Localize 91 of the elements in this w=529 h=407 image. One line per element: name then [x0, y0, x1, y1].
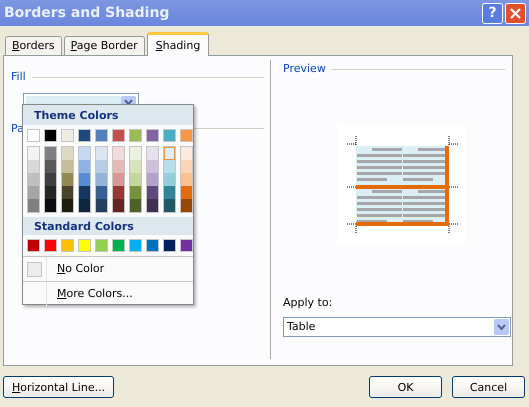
- color-swatch[interactable]: [164, 147, 175, 160]
- color-swatch[interactable]: [96, 186, 107, 199]
- color-swatch[interactable]: [62, 160, 73, 173]
- color-swatch[interactable]: [96, 147, 107, 160]
- caret-icon: [124, 98, 133, 106]
- color-swatch[interactable]: [147, 160, 158, 173]
- tab[interactable]: Borders: [5, 36, 62, 55]
- color-swatch[interactable]: [61, 239, 74, 252]
- color-swatch[interactable]: [79, 173, 90, 186]
- color-swatch[interactable]: [78, 129, 91, 142]
- color-swatch[interactable]: [79, 199, 90, 212]
- tab[interactable]: Shading: [146, 32, 210, 56]
- color-swatch[interactable]: [78, 239, 91, 252]
- color-swatch[interactable]: [181, 173, 192, 186]
- color-swatch[interactable]: [27, 129, 40, 142]
- color-swatch[interactable]: [181, 186, 192, 199]
- color-swatch[interactable]: [28, 160, 39, 173]
- color-swatch[interactable]: [79, 186, 90, 199]
- color-swatch[interactable]: [181, 199, 192, 212]
- no-color-swatch: [27, 262, 42, 276]
- menu-item[interactable]: No Color: [47, 260, 104, 278]
- color-swatch[interactable]: [27, 239, 40, 252]
- color-swatch[interactable]: [130, 186, 141, 199]
- color-swatch[interactable]: [28, 186, 39, 199]
- menu-item[interactable]: More Colors...: [47, 286, 133, 302]
- color-swatch[interactable]: [180, 129, 193, 142]
- menu-heading: Theme Colors: [23, 105, 193, 125]
- color-swatch[interactable]: [129, 129, 142, 142]
- section-heading: Fill: [11, 69, 26, 85]
- color-swatch[interactable]: [45, 173, 56, 186]
- color-swatch[interactable]: [113, 199, 124, 212]
- color-swatch[interactable]: [95, 239, 108, 252]
- section-heading: Preview: [283, 61, 326, 77]
- color-swatch[interactable]: [61, 129, 74, 142]
- color-swatch[interactable]: [28, 173, 39, 186]
- color-swatch[interactable]: [164, 160, 175, 173]
- color-swatch[interactable]: [44, 129, 57, 142]
- field-label: Apply to:: [283, 294, 332, 310]
- color-swatch[interactable]: [164, 173, 175, 186]
- color-swatch[interactable]: [146, 129, 159, 142]
- color-swatch[interactable]: [129, 239, 142, 252]
- color-swatch[interactable]: [113, 173, 124, 186]
- color-swatch[interactable]: [113, 186, 124, 199]
- color-swatch[interactable]: [62, 186, 73, 199]
- color-swatch[interactable]: [28, 199, 39, 212]
- color-swatch[interactable]: [130, 147, 141, 160]
- color-swatch[interactable]: [95, 129, 108, 142]
- color-swatch[interactable]: [180, 239, 193, 252]
- close-icon: [510, 8, 521, 18]
- color-swatch[interactable]: [112, 239, 125, 252]
- color-swatch[interactable]: [96, 173, 107, 186]
- help-button[interactable]: ?: [482, 2, 503, 24]
- color-swatch[interactable]: [45, 199, 56, 212]
- color-swatch[interactable]: [112, 129, 125, 142]
- color-swatch[interactable]: [147, 186, 158, 199]
- dialog-button[interactable]: OK: [369, 376, 442, 398]
- color-swatch[interactable]: [181, 160, 192, 173]
- color-swatch[interactable]: [130, 160, 141, 173]
- dialog-button[interactable]: Cancel: [452, 376, 525, 398]
- color-swatch[interactable]: [181, 147, 192, 160]
- color-swatch[interactable]: [96, 160, 107, 173]
- color-swatch[interactable]: [163, 239, 176, 252]
- color-swatch[interactable]: [147, 199, 158, 212]
- color-swatch[interactable]: [45, 147, 56, 160]
- color-swatch[interactable]: [44, 239, 57, 252]
- color-swatch[interactable]: [45, 160, 56, 173]
- color-swatch[interactable]: [62, 199, 73, 212]
- color-swatch[interactable]: [62, 147, 73, 160]
- window-title: Borders and Shading: [4, 4, 170, 22]
- color-swatch[interactable]: [164, 199, 175, 212]
- color-swatch[interactable]: [45, 186, 56, 199]
- color-swatch[interactable]: [147, 147, 158, 160]
- close-button[interactable]: [505, 2, 526, 24]
- tab[interactable]: Page Border: [64, 36, 145, 55]
- color-swatch[interactable]: [147, 173, 158, 186]
- color-swatch[interactable]: [79, 160, 90, 173]
- caret-icon: [497, 324, 506, 330]
- color-swatch[interactable]: [62, 173, 73, 186]
- color-swatch[interactable]: [96, 199, 107, 212]
- menu-heading: Standard Colors: [23, 217, 193, 235]
- color-swatch[interactable]: [163, 129, 176, 142]
- color-swatch[interactable]: [113, 147, 124, 160]
- dialog-button[interactable]: Horizontal Line...: [3, 376, 114, 398]
- color-swatch[interactable]: [130, 173, 141, 186]
- color-swatch[interactable]: [113, 160, 124, 173]
- color-swatch[interactable]: [146, 239, 159, 252]
- apply-to-dropdown[interactable]: Table: [283, 317, 511, 337]
- color-swatch[interactable]: [79, 147, 90, 160]
- color-swatch[interactable]: [28, 147, 39, 160]
- color-swatch[interactable]: [130, 199, 141, 212]
- color-swatch[interactable]: [164, 186, 175, 199]
